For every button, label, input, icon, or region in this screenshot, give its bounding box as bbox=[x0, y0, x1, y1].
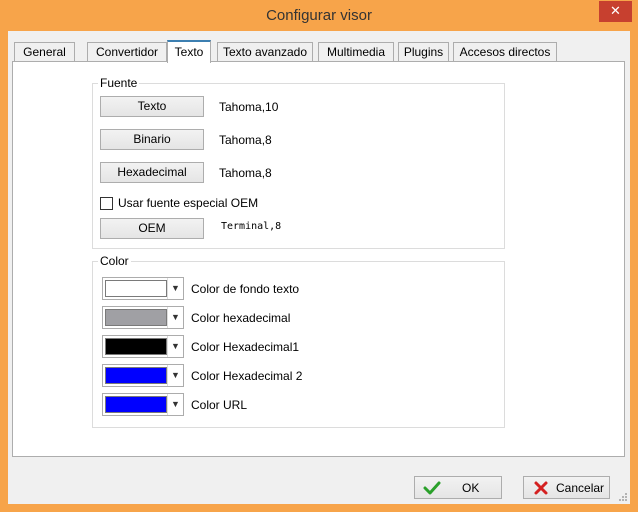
tab-texto[interactable]: Texto bbox=[167, 40, 211, 63]
font-group: Fuente Texto Tahoma,10 Binario Tahoma,8 … bbox=[92, 76, 505, 249]
binary-font-value: Tahoma,8 bbox=[219, 133, 272, 147]
texto-tab-panel: Fuente Texto Tahoma,10 Binario Tahoma,8 … bbox=[12, 61, 625, 457]
hex2-color-combo[interactable]: ▼ bbox=[102, 364, 184, 387]
chevron-down-icon[interactable]: ▼ bbox=[167, 336, 183, 357]
dialog-client: General Convertidor Texto Texto avanzado… bbox=[8, 31, 630, 504]
background-color-label: Color de fondo texto bbox=[191, 282, 300, 296]
tab-plugins[interactable]: Plugins bbox=[398, 42, 449, 62]
tab-strip: General Convertidor Texto Texto avanzado… bbox=[12, 40, 626, 63]
close-icon: ✕ bbox=[610, 3, 621, 18]
checkmark-icon bbox=[423, 481, 441, 495]
url-color-swatch bbox=[105, 396, 167, 413]
tab-convertidor[interactable]: Convertidor bbox=[87, 42, 167, 62]
chevron-down-icon[interactable]: ▼ bbox=[167, 394, 183, 415]
hex1-color-combo[interactable]: ▼ bbox=[102, 335, 184, 358]
title-bar: Configurar visor ✕ bbox=[0, 0, 638, 32]
tab-accesos-directos[interactable]: Accesos directos bbox=[453, 42, 557, 62]
x-icon bbox=[534, 481, 548, 495]
cancel-button-label: Cancelar bbox=[556, 481, 605, 495]
tab-multimedia[interactable]: Multimedia bbox=[318, 42, 394, 62]
cancel-button[interactable]: Cancelar bbox=[523, 476, 610, 499]
window-title: Configurar visor bbox=[266, 7, 372, 24]
binary-font-button[interactable]: Binario bbox=[100, 129, 204, 150]
hex-color-swatch bbox=[105, 309, 167, 326]
hex-font-button[interactable]: Hexadecimal bbox=[100, 162, 204, 183]
text-font-button[interactable]: Texto bbox=[100, 96, 204, 117]
hex2-color-swatch bbox=[105, 367, 167, 384]
chevron-down-icon[interactable]: ▼ bbox=[167, 365, 183, 386]
url-color-combo[interactable]: ▼ bbox=[102, 393, 184, 416]
hex2-color-label: Color Hexadecimal 2 bbox=[191, 369, 303, 383]
oem-font-checkbox[interactable] bbox=[100, 197, 113, 210]
hex-color-combo[interactable]: ▼ bbox=[102, 306, 184, 329]
background-color-combo[interactable]: ▼ bbox=[102, 277, 184, 300]
chevron-down-icon[interactable]: ▼ bbox=[167, 307, 183, 328]
text-font-value: Tahoma,10 bbox=[219, 100, 279, 114]
font-group-title: Fuente bbox=[98, 76, 140, 90]
hex-color-label: Color hexadecimal bbox=[191, 311, 291, 325]
chevron-down-icon[interactable]: ▼ bbox=[167, 278, 183, 299]
resize-grip-icon[interactable] bbox=[618, 492, 628, 502]
background-color-swatch bbox=[105, 280, 167, 297]
ok-button-label: OK bbox=[462, 481, 480, 495]
tab-texto-avanzado[interactable]: Texto avanzado bbox=[217, 42, 313, 62]
oem-font-button[interactable]: OEM bbox=[100, 218, 204, 239]
tab-general[interactable]: General bbox=[14, 42, 75, 62]
hex1-color-label: Color Hexadecimal1 bbox=[191, 340, 300, 354]
url-color-label: Color URL bbox=[191, 398, 248, 412]
oem-font-value: Terminal,8 bbox=[221, 221, 282, 232]
close-button[interactable]: ✕ bbox=[599, 1, 632, 22]
color-group: Color ▼ Color de fondo texto ▼ Color hex… bbox=[92, 254, 505, 428]
oem-font-checkbox-label: Usar fuente especial OEM bbox=[118, 196, 259, 210]
hex-font-value: Tahoma,8 bbox=[219, 166, 272, 180]
ok-button[interactable]: OK bbox=[414, 476, 502, 499]
color-group-title: Color bbox=[98, 254, 131, 268]
hex1-color-swatch bbox=[105, 338, 167, 355]
